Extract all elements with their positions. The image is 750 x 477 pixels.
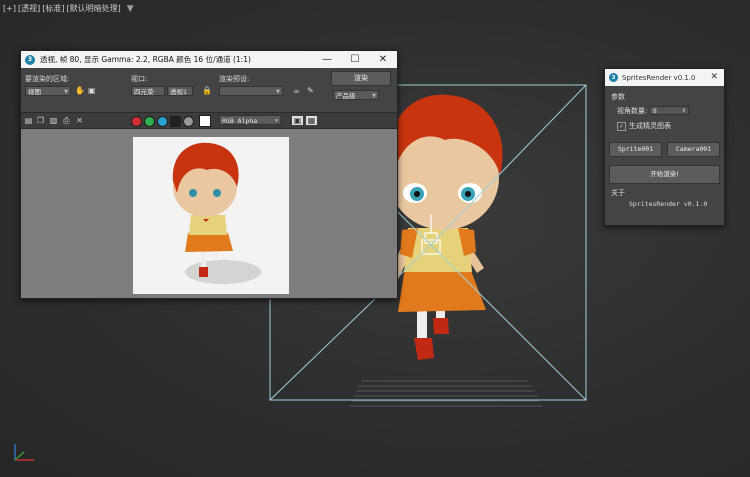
app-logo-icon: 3 <box>25 54 35 65</box>
render-button[interactable]: 渲染 <box>331 71 391 86</box>
frame-buffer-controls: 要渲染的区域: 视图 ▼ ✋ ▣ 视口: 四元菜· 透视1 🔒 渲染预设: ▼ ☕… <box>21 68 397 112</box>
teapot-icon[interactable]: ☕ <box>293 86 300 95</box>
sprites-render-titlebar[interactable]: 3 SpritesRender v0.1.0 ✕ <box>605 69 724 86</box>
green-channel-icon[interactable] <box>144 116 155 127</box>
about-text: SpritesRender v0.1.0 <box>629 200 708 208</box>
print-icon[interactable]: ⎙ <box>62 116 71 125</box>
close-icon[interactable]: ✕ <box>710 69 718 86</box>
monochrome-icon[interactable] <box>183 116 194 127</box>
start-render-button[interactable]: 开始渲染! <box>609 165 720 184</box>
frame-buffer-toolbar: ▤ ❐ ▨ ⎙ ✕ RGB Alpha ▼ ▣ ▦ <box>21 112 397 129</box>
color-swatch-icon[interactable] <box>199 115 211 127</box>
clone-icon[interactable]: ▨ <box>49 116 58 125</box>
display-toggle-icon[interactable]: ▣ <box>292 116 303 125</box>
view-count-label: 视角数量: <box>617 107 648 115</box>
chevron-down-icon: ▼ <box>276 89 280 95</box>
chevron-down-icon: ▼ <box>274 118 278 124</box>
sprites-render-title: SpritesRender v0.1.0 <box>622 73 696 82</box>
area-dropdown-value: 视图 <box>28 88 41 96</box>
viewport-view-value: 透视1 <box>170 88 188 96</box>
character-model <box>387 94 503 360</box>
app-logo-icon: 3 <box>609 73 618 82</box>
maximize-icon[interactable]: ☐ <box>341 51 369 68</box>
params-label: 参数 <box>611 93 625 101</box>
viewport-layout-value: 四元菜· <box>134 88 156 96</box>
frame-buffer-window: 3 透视, 帧 80, 显示 Gamma: 2.2, RGBA 颜色 16 位/… <box>20 50 398 299</box>
window-toggle-icon[interactable]: ▦ <box>306 116 317 125</box>
spinner-arrows-icon[interactable]: ⇕ <box>682 107 686 116</box>
chevron-down-icon: ▼ <box>372 93 376 99</box>
generate-sheet-checkbox-row[interactable]: ✓ 生成精灵图表 <box>617 121 671 131</box>
close-icon[interactable]: ✕ <box>369 51 397 68</box>
channel-value: RGB Alpha <box>222 117 258 125</box>
channel-dropdown[interactable]: RGB Alpha ▼ <box>219 115 281 125</box>
viewport-layout-dropdown[interactable]: 四元菜· <box>131 86 165 96</box>
generate-sheet-label: 生成精灵图表 <box>629 122 671 130</box>
axis-gizmo-icon <box>14 444 34 461</box>
viewport-view-dropdown[interactable]: 透视1 <box>167 86 193 96</box>
preset-dropdown[interactable]: ▼ <box>219 86 283 96</box>
edit-icon[interactable]: ✎ <box>307 86 314 95</box>
view-count-spinner[interactable]: 8 ⇕ <box>649 106 689 115</box>
render-canvas <box>21 129 397 298</box>
area-dropdown[interactable]: 视图 ▼ <box>25 86 71 96</box>
minimize-icon[interactable]: — <box>313 51 341 68</box>
alpha-channel-icon[interactable] <box>170 116 181 127</box>
sprites-render-panel: 3 SpritesRender v0.1.0 ✕ 参数 视角数量: 8 ⇕ ✓ 生… <box>604 68 725 226</box>
ground-grid <box>350 380 542 407</box>
rendered-image <box>133 137 289 294</box>
frame-buffer-titlebar[interactable]: 3 透视, 帧 80, 显示 Gamma: 2.2, RGBA 颜色 16 位/… <box>21 51 397 68</box>
frame-buffer-title: 透视, 帧 80, 显示 Gamma: 2.2, RGBA 颜色 16 位/通道… <box>40 55 251 64</box>
view-count-value: 8 <box>653 108 657 115</box>
rendered-character-image <box>172 142 261 284</box>
clear-icon[interactable]: ✕ <box>75 116 84 125</box>
preset-label: 渲染预设: <box>219 75 250 83</box>
sprite-button[interactable]: Sprite001 <box>609 142 662 157</box>
about-label: 关于 <box>611 189 625 197</box>
copy-icon[interactable]: ❐ <box>36 116 45 125</box>
chevron-down-icon: ▼ <box>64 89 68 95</box>
region-hand-icon[interactable]: ✋ <box>75 86 85 95</box>
area-label: 要渲染的区域: <box>25 75 70 83</box>
region-crop-icon[interactable]: ▣ <box>88 86 96 95</box>
quality-dropdown[interactable]: 产品级 ▼ <box>333 90 379 100</box>
lock-icon[interactable]: 🔒 <box>202 86 212 95</box>
viewport-label: 视口: <box>131 75 148 83</box>
blue-channel-icon[interactable] <box>157 116 168 127</box>
quality-value: 产品级 <box>336 92 356 100</box>
save-icon[interactable]: ▤ <box>24 116 33 125</box>
generate-sheet-checkbox[interactable]: ✓ <box>617 121 626 131</box>
red-channel-icon[interactable] <box>131 116 142 127</box>
camera-button[interactable]: Camera001 <box>667 142 720 157</box>
